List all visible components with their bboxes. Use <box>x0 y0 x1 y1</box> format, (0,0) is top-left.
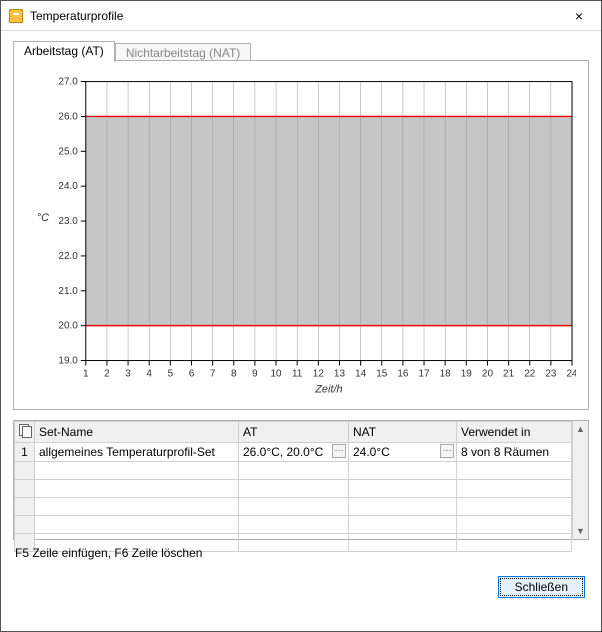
svg-text:23: 23 <box>545 368 557 379</box>
table-scrollbar[interactable]: ▲ ▼ <box>572 421 588 539</box>
table-row-empty[interactable] <box>15 498 572 516</box>
svg-text:1: 1 <box>83 368 89 379</box>
svg-text:5: 5 <box>168 368 174 379</box>
svg-text:21.0: 21.0 <box>58 286 78 297</box>
content-area: Arbeitstag (AT) Nichtarbeitstag (NAT) 12… <box>1 31 601 568</box>
tab-arbeitstag[interactable]: Arbeitstag (AT) <box>13 41 115 62</box>
close-button[interactable]: Schließen <box>498 576 585 598</box>
svg-text:3: 3 <box>125 368 131 379</box>
table-row-empty[interactable] <box>15 462 572 480</box>
profile-table-wrap: Set-Name AT NAT Verwendet in 1allgemeine… <box>13 420 589 540</box>
svg-text:19.0: 19.0 <box>58 356 78 367</box>
svg-text:25.0: 25.0 <box>58 146 78 157</box>
dialog-buttons: Schließen <box>1 568 601 598</box>
cell-verwendet[interactable]: 8 von 8 Räumen <box>457 443 572 462</box>
svg-text:2: 2 <box>104 368 110 379</box>
temperature-chart: 1234567891011121314151617181920212223241… <box>26 71 576 401</box>
svg-text:4: 4 <box>146 368 152 379</box>
svg-text:22.0: 22.0 <box>58 251 78 262</box>
svg-text:23.0: 23.0 <box>58 216 78 227</box>
row-number <box>15 480 35 498</box>
svg-text:21: 21 <box>503 368 515 379</box>
svg-text:6: 6 <box>189 368 195 379</box>
tab-label: Arbeitstag (AT) <box>24 44 104 58</box>
close-icon: × <box>575 8 583 24</box>
scroll-up-icon[interactable]: ▲ <box>573 421 588 437</box>
svg-text:13: 13 <box>334 368 346 379</box>
svg-text:16: 16 <box>397 368 409 379</box>
row-number <box>15 462 35 480</box>
svg-text:17: 17 <box>418 368 430 379</box>
titlebar: Temperaturprofile × <box>1 1 601 31</box>
row-number <box>15 498 35 516</box>
table-row-empty[interactable] <box>15 480 572 498</box>
tabs: Arbeitstag (AT) Nichtarbeitstag (NAT) <box>13 41 589 61</box>
scroll-down-icon[interactable]: ▼ <box>573 523 588 539</box>
svg-text:27.0: 27.0 <box>58 77 78 88</box>
svg-text:9: 9 <box>252 368 258 379</box>
cell-nat[interactable]: 24.0°C··· <box>349 443 457 462</box>
col-verwendet[interactable]: Verwendet in <box>457 422 572 443</box>
svg-text:22: 22 <box>524 368 536 379</box>
svg-text:19: 19 <box>461 368 473 379</box>
ellipsis-button[interactable]: ··· <box>440 444 454 458</box>
svg-text:10: 10 <box>271 368 283 379</box>
tab-nichtarbeitstag[interactable]: Nichtarbeitstag (NAT) <box>115 43 251 61</box>
table-row[interactable]: 1allgemeines Temperaturprofil-Set26.0°C,… <box>15 443 572 462</box>
svg-text:Zeit/h: Zeit/h <box>314 383 342 395</box>
table-row-empty[interactable] <box>15 516 572 534</box>
svg-text:18: 18 <box>440 368 452 379</box>
cell-setname[interactable]: allgemeines Temperaturprofil-Set <box>35 443 239 462</box>
svg-text:24.0: 24.0 <box>58 181 78 192</box>
svg-text:15: 15 <box>376 368 388 379</box>
row-number <box>15 516 35 534</box>
tab-label: Nichtarbeitstag (NAT) <box>126 46 240 60</box>
col-nat[interactable]: NAT <box>349 422 457 443</box>
svg-text:24: 24 <box>566 368 576 379</box>
close-button-label: Schließen <box>515 580 568 594</box>
table-header-row: Set-Name AT NAT Verwendet in <box>15 422 572 443</box>
copy-icon <box>19 424 32 437</box>
profile-table[interactable]: Set-Name AT NAT Verwendet in 1allgemeine… <box>14 421 572 552</box>
tab-panel-arbeitstag: 1234567891011121314151617181920212223241… <box>13 60 589 410</box>
svg-text:14: 14 <box>355 368 367 379</box>
svg-text:7: 7 <box>210 368 216 379</box>
row-number: 1 <box>15 443 35 462</box>
svg-text:8: 8 <box>231 368 237 379</box>
svg-text:°C: °C <box>37 212 49 224</box>
cell-at[interactable]: 26.0°C, 20.0°C··· <box>239 443 349 462</box>
app-icon <box>9 9 23 23</box>
table-corner[interactable] <box>15 422 35 443</box>
svg-text:12: 12 <box>313 368 325 379</box>
svg-text:26.0: 26.0 <box>58 111 78 122</box>
svg-text:11: 11 <box>292 368 303 379</box>
col-at[interactable]: AT <box>239 422 349 443</box>
svg-text:20.0: 20.0 <box>58 321 78 332</box>
window-title: Temperaturprofile <box>30 9 557 23</box>
window-close-button[interactable]: × <box>557 1 601 31</box>
ellipsis-button[interactable]: ··· <box>332 444 346 458</box>
svg-text:20: 20 <box>482 368 494 379</box>
col-setname[interactable]: Set-Name <box>35 422 239 443</box>
